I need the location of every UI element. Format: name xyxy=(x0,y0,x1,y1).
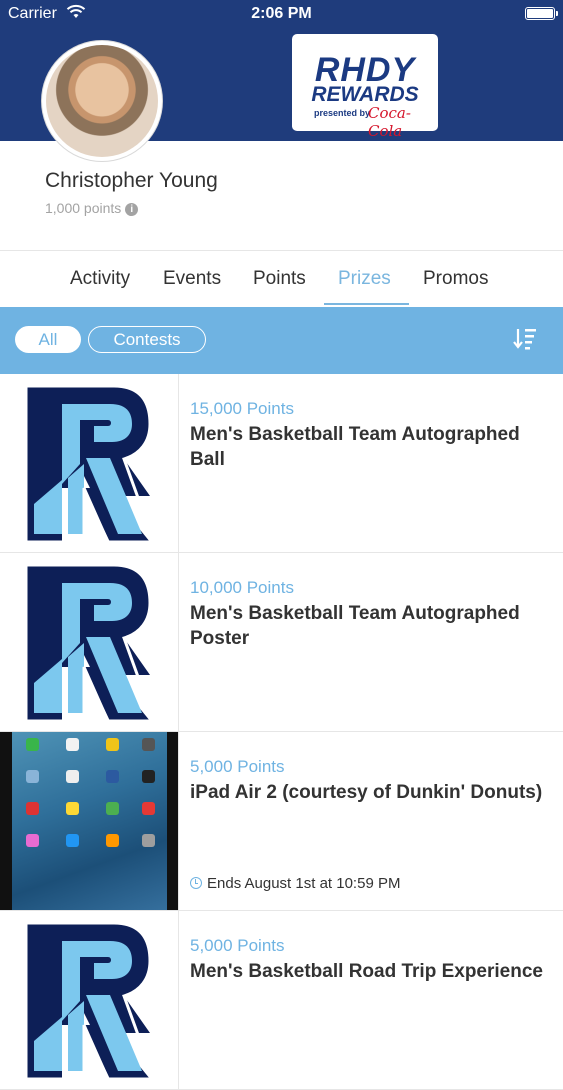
status-bar: Carrier 2:06 PM xyxy=(0,0,563,30)
prize-ends: Ends August 1st at 10:59 PM xyxy=(190,875,400,892)
prize-image xyxy=(0,374,179,552)
prize-image xyxy=(0,732,179,910)
rhody-rewards-logo: RHDY REWARDS presented by Coca-Cola xyxy=(292,34,438,140)
list-item[interactable]: 5,000 Points Men's Basketball Road Trip … xyxy=(0,911,563,1090)
tab-bar: Activity Events Points Prizes Promos xyxy=(0,251,563,307)
active-tab-indicator xyxy=(324,303,409,305)
tab-prizes[interactable]: Prizes xyxy=(338,268,391,290)
sort-icon[interactable] xyxy=(512,326,538,352)
tab-activity[interactable]: Activity xyxy=(70,268,130,290)
tab-promos[interactable]: Promos xyxy=(423,268,488,290)
tab-points[interactable]: Points xyxy=(253,268,306,290)
prize-title: Men's Basketball Team Autographed Ball xyxy=(190,424,520,470)
logo-presented: presented by xyxy=(314,108,371,118)
list-item[interactable]: 10,000 Points Men's Basketball Team Auto… xyxy=(0,553,563,732)
avatar[interactable] xyxy=(42,41,162,161)
tab-events[interactable]: Events xyxy=(163,268,221,290)
list-item[interactable]: 5,000 Points iPad Air 2 (courtesy of Dun… xyxy=(0,732,563,911)
prize-points: 10,000 Points xyxy=(190,578,294,597)
prize-points: 5,000 Points xyxy=(190,936,285,955)
filter-bar: All Contests xyxy=(0,307,563,374)
profile-points: 1,000 points i xyxy=(45,200,139,216)
prize-points: 15,000 Points xyxy=(190,399,294,418)
logo-line2: REWARDS xyxy=(311,83,419,106)
battery-icon xyxy=(525,7,558,20)
avatar-photo xyxy=(46,45,158,157)
info-icon[interactable]: i xyxy=(125,203,139,216)
prize-points: 5,000 Points xyxy=(190,757,285,776)
prize-ends-text: Ends August 1st at 10:59 PM xyxy=(207,875,401,892)
rhody-r-logo-icon xyxy=(24,920,154,1082)
prize-image xyxy=(0,553,179,731)
filter-all-button[interactable]: All xyxy=(15,326,81,353)
prize-title: iPad Air 2 (courtesy of Dunkin' Donuts) xyxy=(190,782,543,803)
list-item[interactable]: 15,000 Points Men's Basketball Team Auto… xyxy=(0,374,563,553)
rhody-r-logo-icon xyxy=(24,562,154,724)
filter-contests-button[interactable]: Contests xyxy=(88,326,206,353)
prize-title: Men's Basketball Team Autographed Poster xyxy=(190,603,520,649)
profile-points-value: 1,000 points xyxy=(45,200,122,216)
rhody-r-logo-icon xyxy=(24,383,154,545)
ipad-photo xyxy=(0,732,178,910)
logo-line1: RHDY xyxy=(314,51,416,89)
prize-image xyxy=(0,911,179,1089)
ipad-screen xyxy=(12,732,167,910)
profile-name: Christopher Young xyxy=(45,169,218,192)
clock-icon xyxy=(190,877,202,889)
logo-sponsor: Coca-Cola xyxy=(368,104,411,140)
status-time: 2:06 PM xyxy=(251,5,312,22)
prize-title: Men's Basketball Road Trip Experience xyxy=(190,961,543,982)
